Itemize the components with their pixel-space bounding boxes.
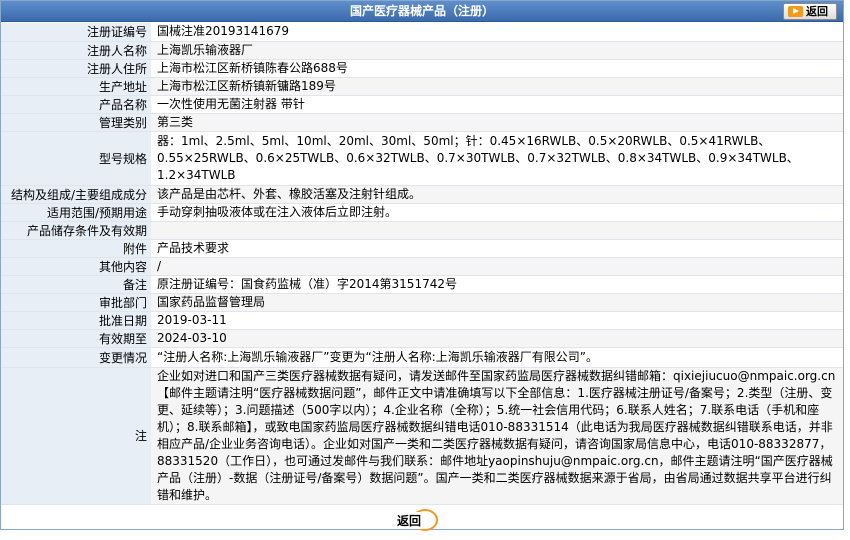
value-registrant: 上海凯乐输液器厂 bbox=[151, 41, 843, 60]
row-changes: 变更情况 “注册人名称:上海凯乐输液器厂”变更为“注册人名称:上海凯乐输液器厂有… bbox=[1, 347, 843, 368]
value-approval-dept: 国家药品监督管理局 bbox=[151, 293, 843, 312]
value-reg-no: 国械注准20193141679 bbox=[151, 23, 843, 42]
value-product-name: 一次性使用无菌注射器 带针 bbox=[151, 95, 843, 114]
value-production-address: 上海市松江区新桥镇新镛路189号 bbox=[151, 77, 843, 96]
product-info-table: 注册证编号 国械注准20193141679 注册人名称 上海凯乐输液器厂 注册人… bbox=[1, 23, 843, 505]
label-production-address: 生产地址 bbox=[1, 77, 151, 96]
label-other: 其他内容 bbox=[1, 257, 151, 276]
label-changes: 变更情况 bbox=[1, 347, 151, 368]
row-models: 型号规格 器：1ml、2.5ml、5ml、10ml、20ml、30ml、50ml… bbox=[1, 131, 843, 186]
value-attachment: 产品技术要求 bbox=[151, 239, 843, 258]
label-approval-date: 批准日期 bbox=[1, 311, 151, 330]
row-registrant: 注册人名称 上海凯乐输液器厂 bbox=[1, 41, 843, 60]
row-attachment: 附件 产品技术要求 bbox=[1, 239, 843, 258]
value-category: 第三类 bbox=[151, 113, 843, 132]
back-button-top[interactable]: 返回 bbox=[783, 3, 837, 20]
value-registrant-address: 上海市松江区新桥镇陈春公路688号 bbox=[151, 59, 843, 78]
value-changes: “注册人名称:上海凯乐输液器厂”变更为“注册人名称:上海凯乐输液器厂有限公司”。 bbox=[151, 347, 843, 368]
value-models: 器：1ml、2.5ml、5ml、10ml、20ml、30ml、50ml；针：0.… bbox=[151, 131, 843, 186]
label-attachment: 附件 bbox=[1, 239, 151, 258]
row-remark: 备注 原注册证编号：国食药监械（准）字2014第3151742号 bbox=[1, 275, 843, 294]
title-bar: 国产医疗器械产品（注册） 返回 bbox=[1, 1, 843, 22]
row-production-address: 生产地址 上海市松江区新桥镇新镛路189号 bbox=[1, 77, 843, 96]
label-models: 型号规格 bbox=[1, 131, 151, 186]
value-structure: 该产品是由芯杆、外套、橡胶活塞及注射针组成。 bbox=[151, 185, 843, 204]
row-reg-no: 注册证编号 国械注准20193141679 bbox=[1, 23, 843, 42]
row-note: 注 企业如对进口和国产三类医疗器械数据有疑问，请发送邮件至国家药监局医疗器械数据… bbox=[1, 367, 843, 505]
row-product-name: 产品名称 一次性使用无菌注射器 带针 bbox=[1, 95, 843, 114]
label-approval-dept: 审批部门 bbox=[1, 293, 151, 312]
label-product-name: 产品名称 bbox=[1, 95, 151, 114]
label-storage: 产品储存条件及有效期 bbox=[1, 221, 151, 240]
value-remark: 原注册证编号：国食药监械（准）字2014第3151742号 bbox=[151, 275, 843, 294]
label-registrant: 注册人名称 bbox=[1, 41, 151, 60]
row-structure: 结构及组成/主要组成成分 该产品是由芯杆、外套、橡胶活塞及注射针组成。 bbox=[1, 185, 843, 204]
back-button-bottom-label: 返回 bbox=[396, 512, 423, 529]
value-note: 企业如对进口和国产三类医疗器械数据有疑问，请发送邮件至国家药监局医疗器械数据纠错… bbox=[151, 367, 843, 505]
back-button-label: 返回 bbox=[806, 5, 828, 18]
row-approval-date: 批准日期 2019-03-11 bbox=[1, 311, 843, 330]
label-reg-no: 注册证编号 bbox=[1, 23, 151, 42]
arrow-right-icon bbox=[788, 6, 803, 17]
row-other: 其他内容 / bbox=[1, 257, 843, 276]
row-scope: 适用范围/预期用途 手动穿刺抽吸液体或在注入液体后立即注射。 bbox=[1, 203, 843, 222]
label-structure: 结构及组成/主要组成成分 bbox=[1, 185, 151, 204]
label-remark: 备注 bbox=[1, 275, 151, 294]
value-other: / bbox=[151, 257, 843, 276]
row-approval-dept: 审批部门 国家药品监督管理局 bbox=[1, 293, 843, 312]
page-title: 国产医疗器械产品（注册） bbox=[349, 4, 494, 18]
row-category: 管理类别 第三类 bbox=[1, 113, 843, 132]
row-valid-until: 有效期至 2024-03-10 bbox=[1, 329, 843, 348]
value-valid-until: 2024-03-10 bbox=[151, 329, 843, 348]
label-registrant-address: 注册人住所 bbox=[1, 59, 151, 78]
value-scope: 手动穿刺抽吸液体或在注入液体后立即注射。 bbox=[151, 203, 843, 222]
back-button-bottom[interactable]: 返回 bbox=[396, 509, 442, 531]
row-storage: 产品储存条件及有效期 bbox=[1, 221, 843, 240]
detail-panel: 国产医疗器械产品（注册） 返回 注册证编号 国械注准20193141679 注册… bbox=[0, 0, 844, 531]
label-category: 管理类别 bbox=[1, 113, 151, 132]
label-valid-until: 有效期至 bbox=[1, 329, 151, 348]
row-registrant-address: 注册人住所 上海市松江区新桥镇陈春公路688号 bbox=[1, 59, 843, 78]
value-storage bbox=[151, 221, 843, 240]
label-scope: 适用范围/预期用途 bbox=[1, 203, 151, 222]
label-note: 注 bbox=[1, 367, 151, 505]
value-approval-date: 2019-03-11 bbox=[151, 311, 843, 330]
